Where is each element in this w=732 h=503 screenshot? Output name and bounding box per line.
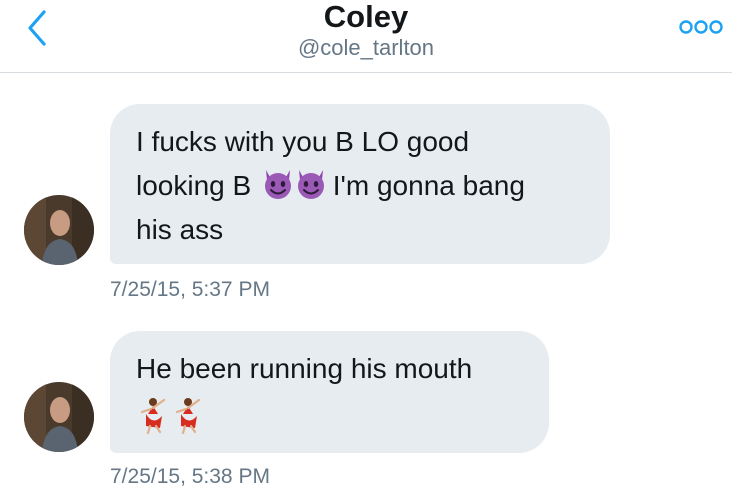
dancer-emoji <box>140 397 166 434</box>
message-text: looking B <box>136 170 252 201</box>
message-text: I'm gonna bang <box>332 170 525 201</box>
message-text: I fucks with you B LO good <box>136 126 470 157</box>
sender-avatar[interactable] <box>24 382 94 452</box>
message-line: his ass <box>136 208 586 252</box>
avatar-photo <box>24 382 94 452</box>
message-text: his ass <box>136 214 224 245</box>
more-options-button[interactable] <box>678 16 724 38</box>
message-bubble[interactable]: He been running his mouth <box>110 331 549 453</box>
message-timestamp: 7/25/15, 5:38 PM <box>110 465 270 488</box>
sender-avatar[interactable] <box>24 195 94 265</box>
conversation-header: Coley @cole_tarlton <box>0 0 732 73</box>
avatar-photo <box>24 195 94 265</box>
message-line: He been running his mouth <box>136 347 525 391</box>
message-bubble[interactable]: I fucks with you B LO good looking B I'm… <box>110 104 610 264</box>
conversation-name[interactable]: Coley <box>0 0 732 34</box>
message-text: He been running his mouth <box>136 353 473 384</box>
smiling-devil-emoji <box>297 169 324 199</box>
smiling-devil-emoji <box>264 169 291 199</box>
conversation-handle[interactable]: @cole_tarlton <box>0 35 732 61</box>
message-line: I fucks with you B LO good <box>136 120 586 164</box>
message-timestamp: 7/25/15, 5:37 PM <box>110 278 270 301</box>
more-options-icon <box>679 20 723 34</box>
message-line <box>136 391 525 435</box>
message-line: looking B I'm gonna bang <box>136 164 586 208</box>
dancer-emoji <box>175 397 201 434</box>
